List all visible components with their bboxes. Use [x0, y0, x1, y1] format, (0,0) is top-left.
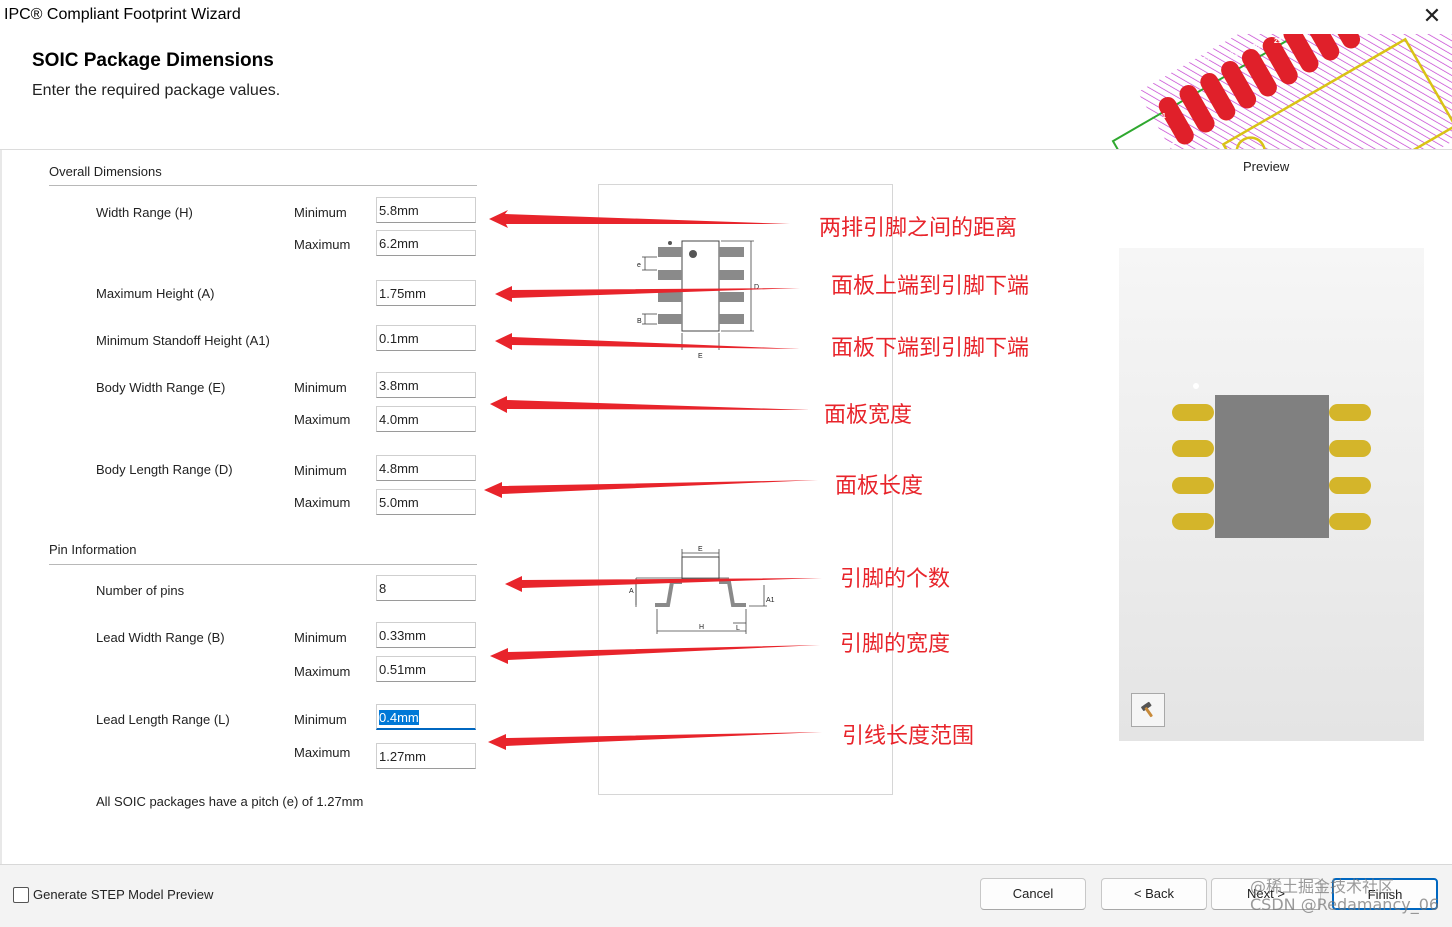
banner-pad-number: 2 [1172, 139, 1176, 146]
page-subtitle: Enter the required package values. [32, 82, 280, 100]
soic-side-view: E A A1 H L [629, 546, 775, 634]
maximum-label: Maximum [294, 237, 350, 252]
footprint-pad [1329, 513, 1371, 530]
footprint-pad [1329, 477, 1371, 494]
section-pin-information: Pin Information [49, 542, 136, 557]
header-separator [0, 149, 1452, 150]
window-edge [0, 150, 2, 864]
minimum-label: Minimum [294, 205, 347, 220]
body-length-min-input[interactable] [376, 455, 476, 481]
lead-width-max-input[interactable] [376, 656, 476, 682]
banner-pad-number: 29 [1274, 38, 1282, 45]
annotation-text: 面板宽度 [824, 397, 912, 429]
maximum-label: Maximum [294, 664, 350, 679]
window-title: IPC® Compliant Footprint Wizard [4, 6, 241, 24]
dim-letter: e [637, 262, 641, 269]
step-preview-label: Generate STEP Model Preview [33, 887, 213, 902]
footprint-pad [1172, 404, 1214, 421]
watermark-line: CSDN @Redamancy_06 [1250, 896, 1439, 914]
num-pins-input[interactable] [376, 575, 476, 601]
back-button[interactable]: < Back [1101, 878, 1207, 910]
banner-pad-number: 32 [1202, 57, 1210, 64]
footprint-pad [1172, 440, 1214, 457]
min-standoff-input[interactable] [376, 325, 476, 351]
annotation-text: 引线长度范围 [842, 718, 974, 750]
selected-text: 0.4mm [379, 710, 419, 725]
pitch-note: All SOIC packages have a pitch (e) of 1.… [96, 794, 363, 809]
body-length-label: Body Length Range (D) [96, 462, 233, 477]
dim-letter: E [698, 546, 703, 553]
dim-letter: E [698, 353, 703, 360]
maximum-label: Maximum [294, 745, 350, 760]
preview-tool-button[interactable] [1131, 693, 1165, 727]
minimum-label: Minimum [294, 463, 347, 478]
min-standoff-label: Minimum Standoff Height (A1) [96, 333, 270, 348]
section-divider [49, 185, 477, 186]
step-preview-checkbox[interactable] [13, 887, 29, 903]
minimum-label: Minimum [294, 712, 347, 727]
banner-pad-number: 31 [1230, 51, 1238, 58]
footprint-preview[interactable] [1119, 248, 1424, 741]
annotation-text: 面板上端到引脚下端 [831, 268, 1029, 300]
maximum-label: Maximum [294, 495, 350, 510]
max-height-input[interactable] [376, 280, 476, 306]
body-width-max-input[interactable] [376, 406, 476, 432]
width-range-label: Width Range (H) [96, 205, 193, 220]
dim-letter: B [637, 318, 642, 325]
footprint-pad [1172, 477, 1214, 494]
annotation-text: 引脚的宽度 [840, 626, 950, 658]
body-length-max-input[interactable] [376, 489, 476, 515]
hammer-icon [1139, 701, 1157, 719]
watermark: @稀土掘金技术社区 CSDN @Redamancy_06 [1250, 878, 1439, 914]
lead-length-max-input[interactable] [376, 743, 476, 769]
dim-letter: L [736, 625, 740, 632]
banner-pad-number: 30 [1252, 44, 1260, 51]
dim-letter: A [629, 588, 634, 595]
footprint-pad [1172, 513, 1214, 530]
preview-label: Preview [1243, 159, 1289, 174]
annotation-text: 引脚的个数 [840, 561, 950, 593]
watermark-line: @稀土掘金技术社区 [1250, 878, 1439, 896]
section-overall-dimensions: Overall Dimensions [49, 164, 162, 179]
minimum-label: Minimum [294, 380, 347, 395]
section-divider [49, 564, 477, 565]
dim-letter: A1 [766, 597, 775, 604]
page-title: SOIC Package Dimensions [32, 50, 274, 72]
component-body [1215, 395, 1329, 538]
header-banner-image: 31 30 29 32 1 2 [1096, 34, 1452, 150]
lead-length-min-input[interactable]: 0.4mm [376, 704, 476, 730]
body-width-min-input[interactable] [376, 372, 476, 398]
dim-letter: H [699, 624, 704, 631]
annotation-text: 两排引脚之间的距离 [819, 210, 1017, 242]
body-width-label: Body Width Range (E) [96, 380, 225, 395]
annotation-text: 面板长度 [835, 468, 923, 500]
width-min-input[interactable] [376, 197, 476, 223]
width-max-input[interactable] [376, 230, 476, 256]
close-icon[interactable]: ✕ [1420, 4, 1444, 28]
lead-length-label: Lead Length Range (L) [96, 712, 230, 727]
footprint-pad [1329, 440, 1371, 457]
soic-top-view: e B D E [637, 241, 759, 360]
maximum-label: Maximum [294, 412, 350, 427]
dim-letter: D [754, 284, 759, 291]
lead-width-label: Lead Width Range (B) [96, 630, 225, 645]
lead-width-min-input[interactable] [376, 622, 476, 648]
annotation-text: 面板下端到引脚下端 [831, 330, 1029, 362]
banner-pad-number: 1 [1162, 113, 1166, 120]
footprint-preview-graphic [1119, 248, 1424, 741]
minimum-label: Minimum [294, 630, 347, 645]
cancel-button[interactable]: Cancel [980, 878, 1086, 910]
max-height-label: Maximum Height (A) [96, 286, 214, 301]
footprint-pad [1329, 404, 1371, 421]
num-pins-label: Number of pins [96, 583, 184, 598]
